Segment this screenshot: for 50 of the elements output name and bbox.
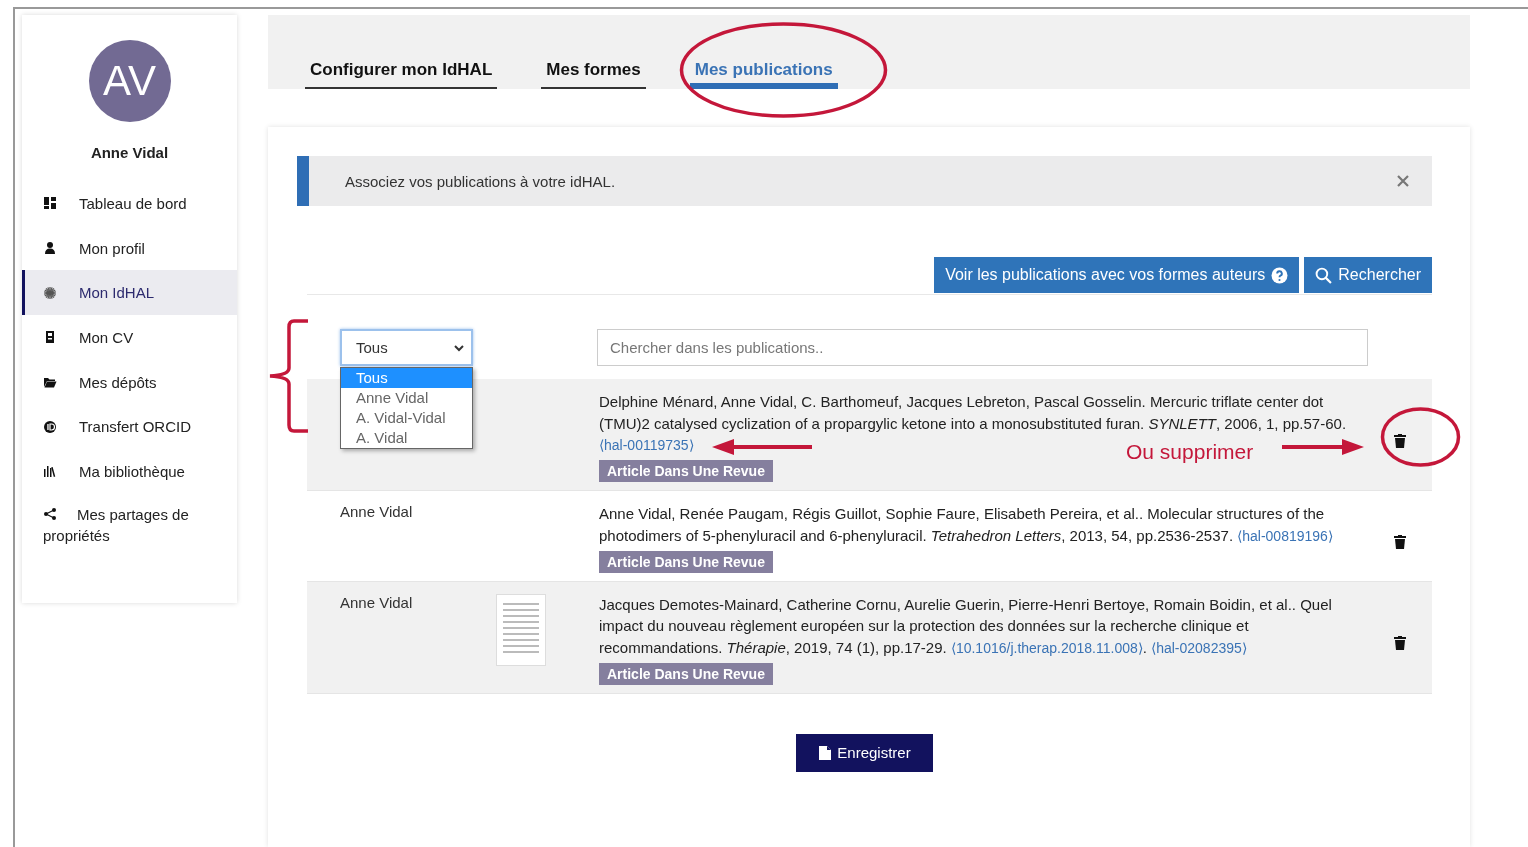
books-icon [43,464,57,479]
publication-link[interactable]: ⟨10.1016/j.therap.2018.11.008⟩ [950,639,1143,656]
citation-text: Jacques Demotes-Mainard, Catherine Cornu, Aurelie Guerin, Pierre-Henri Bertoye, Romain Boidin, et al.. Quel impact du nouveau règlement européen sur la protection des données sur la recherche clinique et recommandations. Thérapie, 2019, 74 (1), pp.17-29. ⟨10.1016/j.therap.2018.11.008⟩. ⟨hal-02082395⟩ [599,594,1333,658]
type-badge: Article Dans Une Revue [599,460,773,483]
author-name: Anne Vidal [340,593,413,611]
sidebar-item[interactable]: Tableau de bord [22,181,237,226]
search-icon [1315,266,1333,284]
document-icon [818,745,833,760]
citation-text: Anne Vidal, Renée Paugam, Régis Guillot, Sophie Faure, Elisabeth Pereira, et al.. Molecular structures of the photodimers of 5-phenyluracil and 6-phenyluracil. Tetrahedron Letters, 2013, 54, pp.2536-2537. ⟨hal-00819196⟩ [599,504,1334,546]
tab[interactable]: Mes formes [541,60,646,89]
citation-text: Delphine Ménard, Anne Vidal, C. Barthomeuf, Jacques Lebreton, Pascal Gosselin. Mercuric triflate center dot (TMU)2 catalysed cyclization of a propargylic ketone into a monosubstituted furan. SYNLETT, 2006, 1, pp.57-60. [599,392,1348,434]
sidebar-item[interactable]: Mes dépôts [22,359,237,405]
starburst-icon [43,285,57,300]
publication-link[interactable]: ⟨hal-00819196⟩ [1237,527,1333,544]
tab[interactable]: Mes publications [689,60,838,89]
annotation-text: Ou supprimer [1126,440,1254,464]
trash-icon[interactable] [1393,433,1406,448]
sidebar-item[interactable]: Mes partages de propriétés [22,493,237,546]
close-icon[interactable] [1396,174,1410,188]
dropdown-option[interactable]: Anne Vidal [341,388,472,408]
sidebar-item[interactable]: Mon CV [22,315,237,360]
id-card-icon [43,330,57,345]
author-select[interactable]: Tous [340,329,473,366]
avatar: AV [88,40,171,122]
save-button[interactable]: Enregistrer [796,733,933,772]
sidebar-item[interactable]: Mon IdHAL [22,270,237,316]
orcid-icon [43,419,57,434]
tab[interactable]: Configurer mon IdHAL [305,60,498,89]
type-badge: Article Dans Une Revue [599,662,773,685]
type-badge: Article Dans Une Revue [599,550,773,573]
share-icon [43,506,57,521]
alert-text: Associez vos publications à votre idHAL. [345,172,616,190]
trash-icon[interactable] [1393,636,1406,651]
author-forms-button[interactable]: Voir les publications avec vos formes auteurs [934,257,1300,293]
user-name: Anne Vidal [90,144,169,161]
help-icon [1271,266,1289,284]
sidebar-item[interactable]: Mon profil [22,225,237,271]
person-icon [43,241,57,256]
search-field[interactable]: Chercher dans les publications.. [597,329,1368,366]
search-button[interactable]: Rechercher [1304,257,1432,293]
sidebar-item[interactable]: Ma bibliothèque [22,449,237,494]
folder-icon [43,375,57,390]
trash-icon[interactable] [1393,534,1406,549]
dropdown-option[interactable]: A. Vidal [341,428,472,448]
publication-link[interactable]: ⟨hal-00119735⟩ [599,437,694,454]
dashboard-icon [43,196,57,211]
author-name: Anne Vidal [340,503,413,521]
sidebar-item[interactable]: Transfert ORCID [22,404,237,450]
dropdown-option[interactable]: A. Vidal-Vidal [341,408,472,428]
publication-link[interactable]: ⟨hal-02082395⟩ [1151,639,1247,656]
